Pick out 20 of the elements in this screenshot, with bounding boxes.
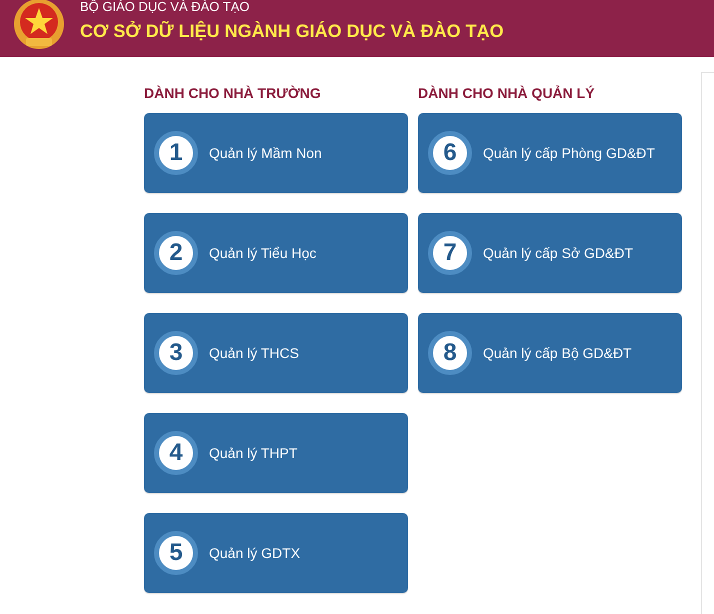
number-badge: 3 xyxy=(154,331,198,375)
number-badge: 2 xyxy=(154,231,198,275)
number-badge: 7 xyxy=(428,231,472,275)
number-badge: 4 xyxy=(154,431,198,475)
section-heading: DÀNH CHO NHÀ TRƯỜNG xyxy=(144,84,322,103)
site-title: CƠ SỞ DỮ LIỆU NGÀNH GIÁO DỤC VÀ ĐÀO TẠO xyxy=(80,20,504,42)
menu-card[interactable]: 3 Quản lý THCS xyxy=(144,313,408,393)
number-badge: 8 xyxy=(428,331,472,375)
menu-card[interactable]: 4 Quản lý THPT xyxy=(144,413,408,493)
menu-card[interactable]: 1 Quản lý Mầm Non xyxy=(144,113,408,193)
menu-card[interactable]: 2 Quản lý Tiểu Học xyxy=(144,213,408,293)
number-badge: 1 xyxy=(154,131,198,175)
menu-card[interactable]: 7 Quản lý cấp Sở GD&ĐT xyxy=(418,213,682,293)
menu-card[interactable]: 6 Quản lý cấp Phòng GD&ĐT xyxy=(418,113,682,193)
menu-card[interactable]: 5 Quản lý GDTX xyxy=(144,513,408,593)
menu-card[interactable]: 8 Quản lý cấp Bộ GD&ĐT xyxy=(418,313,682,393)
emblem-icon xyxy=(12,0,66,50)
number-badge: 6 xyxy=(428,131,472,175)
number-badge: 5 xyxy=(154,531,198,575)
section-heading: DÀNH CHO NHÀ QUẢN LÝ xyxy=(418,84,596,103)
